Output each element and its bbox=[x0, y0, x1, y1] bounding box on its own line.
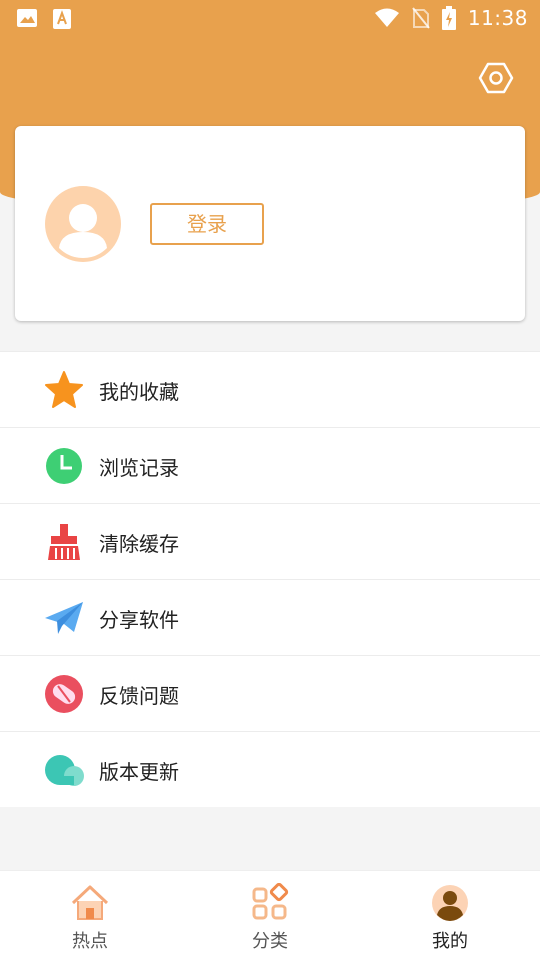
clock-icon bbox=[46, 448, 82, 484]
battery-charging-icon bbox=[441, 6, 456, 30]
avatar[interactable] bbox=[45, 186, 121, 262]
tab-mine[interactable]: 我的 bbox=[360, 871, 540, 961]
default-avatar-icon bbox=[45, 186, 121, 262]
menu-item-label: 版本更新 bbox=[99, 760, 179, 784]
menu-item-favorites[interactable]: 我的收藏 bbox=[0, 352, 540, 428]
profile-card: 登录 bbox=[15, 126, 525, 321]
broom-icon bbox=[48, 524, 80, 560]
no-sim-icon bbox=[412, 7, 430, 29]
menu-item-label: 我的收藏 bbox=[99, 380, 179, 404]
tab-label: 热点 bbox=[72, 931, 108, 952]
user-icon bbox=[432, 885, 468, 921]
status-time: 11:38 bbox=[467, 6, 528, 30]
status-bar: 11:38 bbox=[0, 0, 540, 36]
menu-item-label: 分享软件 bbox=[99, 608, 179, 632]
cloud-icon bbox=[45, 755, 84, 786]
menu-item-update[interactable]: 版本更新 bbox=[0, 732, 540, 807]
menu-item-label: 清除缓存 bbox=[99, 532, 179, 556]
login-button[interactable]: 登录 bbox=[150, 203, 264, 245]
feedback-icon bbox=[45, 675, 83, 713]
paper-plane-icon bbox=[45, 602, 83, 634]
category-icon bbox=[252, 883, 289, 920]
tab-label: 我的 bbox=[432, 931, 468, 952]
menu-list: 我的收藏 浏览记录 清除缓存 分享软件 反馈问题 版本更新 bbox=[0, 351, 540, 807]
settings-button[interactable] bbox=[478, 60, 514, 96]
menu-item-share[interactable]: 分享软件 bbox=[0, 580, 540, 656]
menu-item-feedback[interactable]: 反馈问题 bbox=[0, 656, 540, 732]
tab-category[interactable]: 分类 bbox=[180, 871, 360, 961]
bottom-navigation: 热点 分类 我的 bbox=[0, 870, 540, 961]
app-notification-icon bbox=[53, 9, 71, 29]
menu-item-label: 反馈问题 bbox=[99, 684, 179, 708]
hexagon-settings-icon bbox=[478, 62, 514, 94]
menu-item-clear-cache[interactable]: 清除缓存 bbox=[0, 504, 540, 580]
image-notification-icon bbox=[17, 9, 37, 27]
home-icon bbox=[71, 885, 109, 920]
tab-hot[interactable]: 热点 bbox=[0, 871, 180, 961]
wifi-icon bbox=[374, 8, 399, 27]
menu-item-label: 浏览记录 bbox=[99, 456, 179, 480]
star-icon bbox=[45, 371, 83, 408]
tab-label: 分类 bbox=[252, 931, 288, 952]
menu-item-history[interactable]: 浏览记录 bbox=[0, 428, 540, 504]
